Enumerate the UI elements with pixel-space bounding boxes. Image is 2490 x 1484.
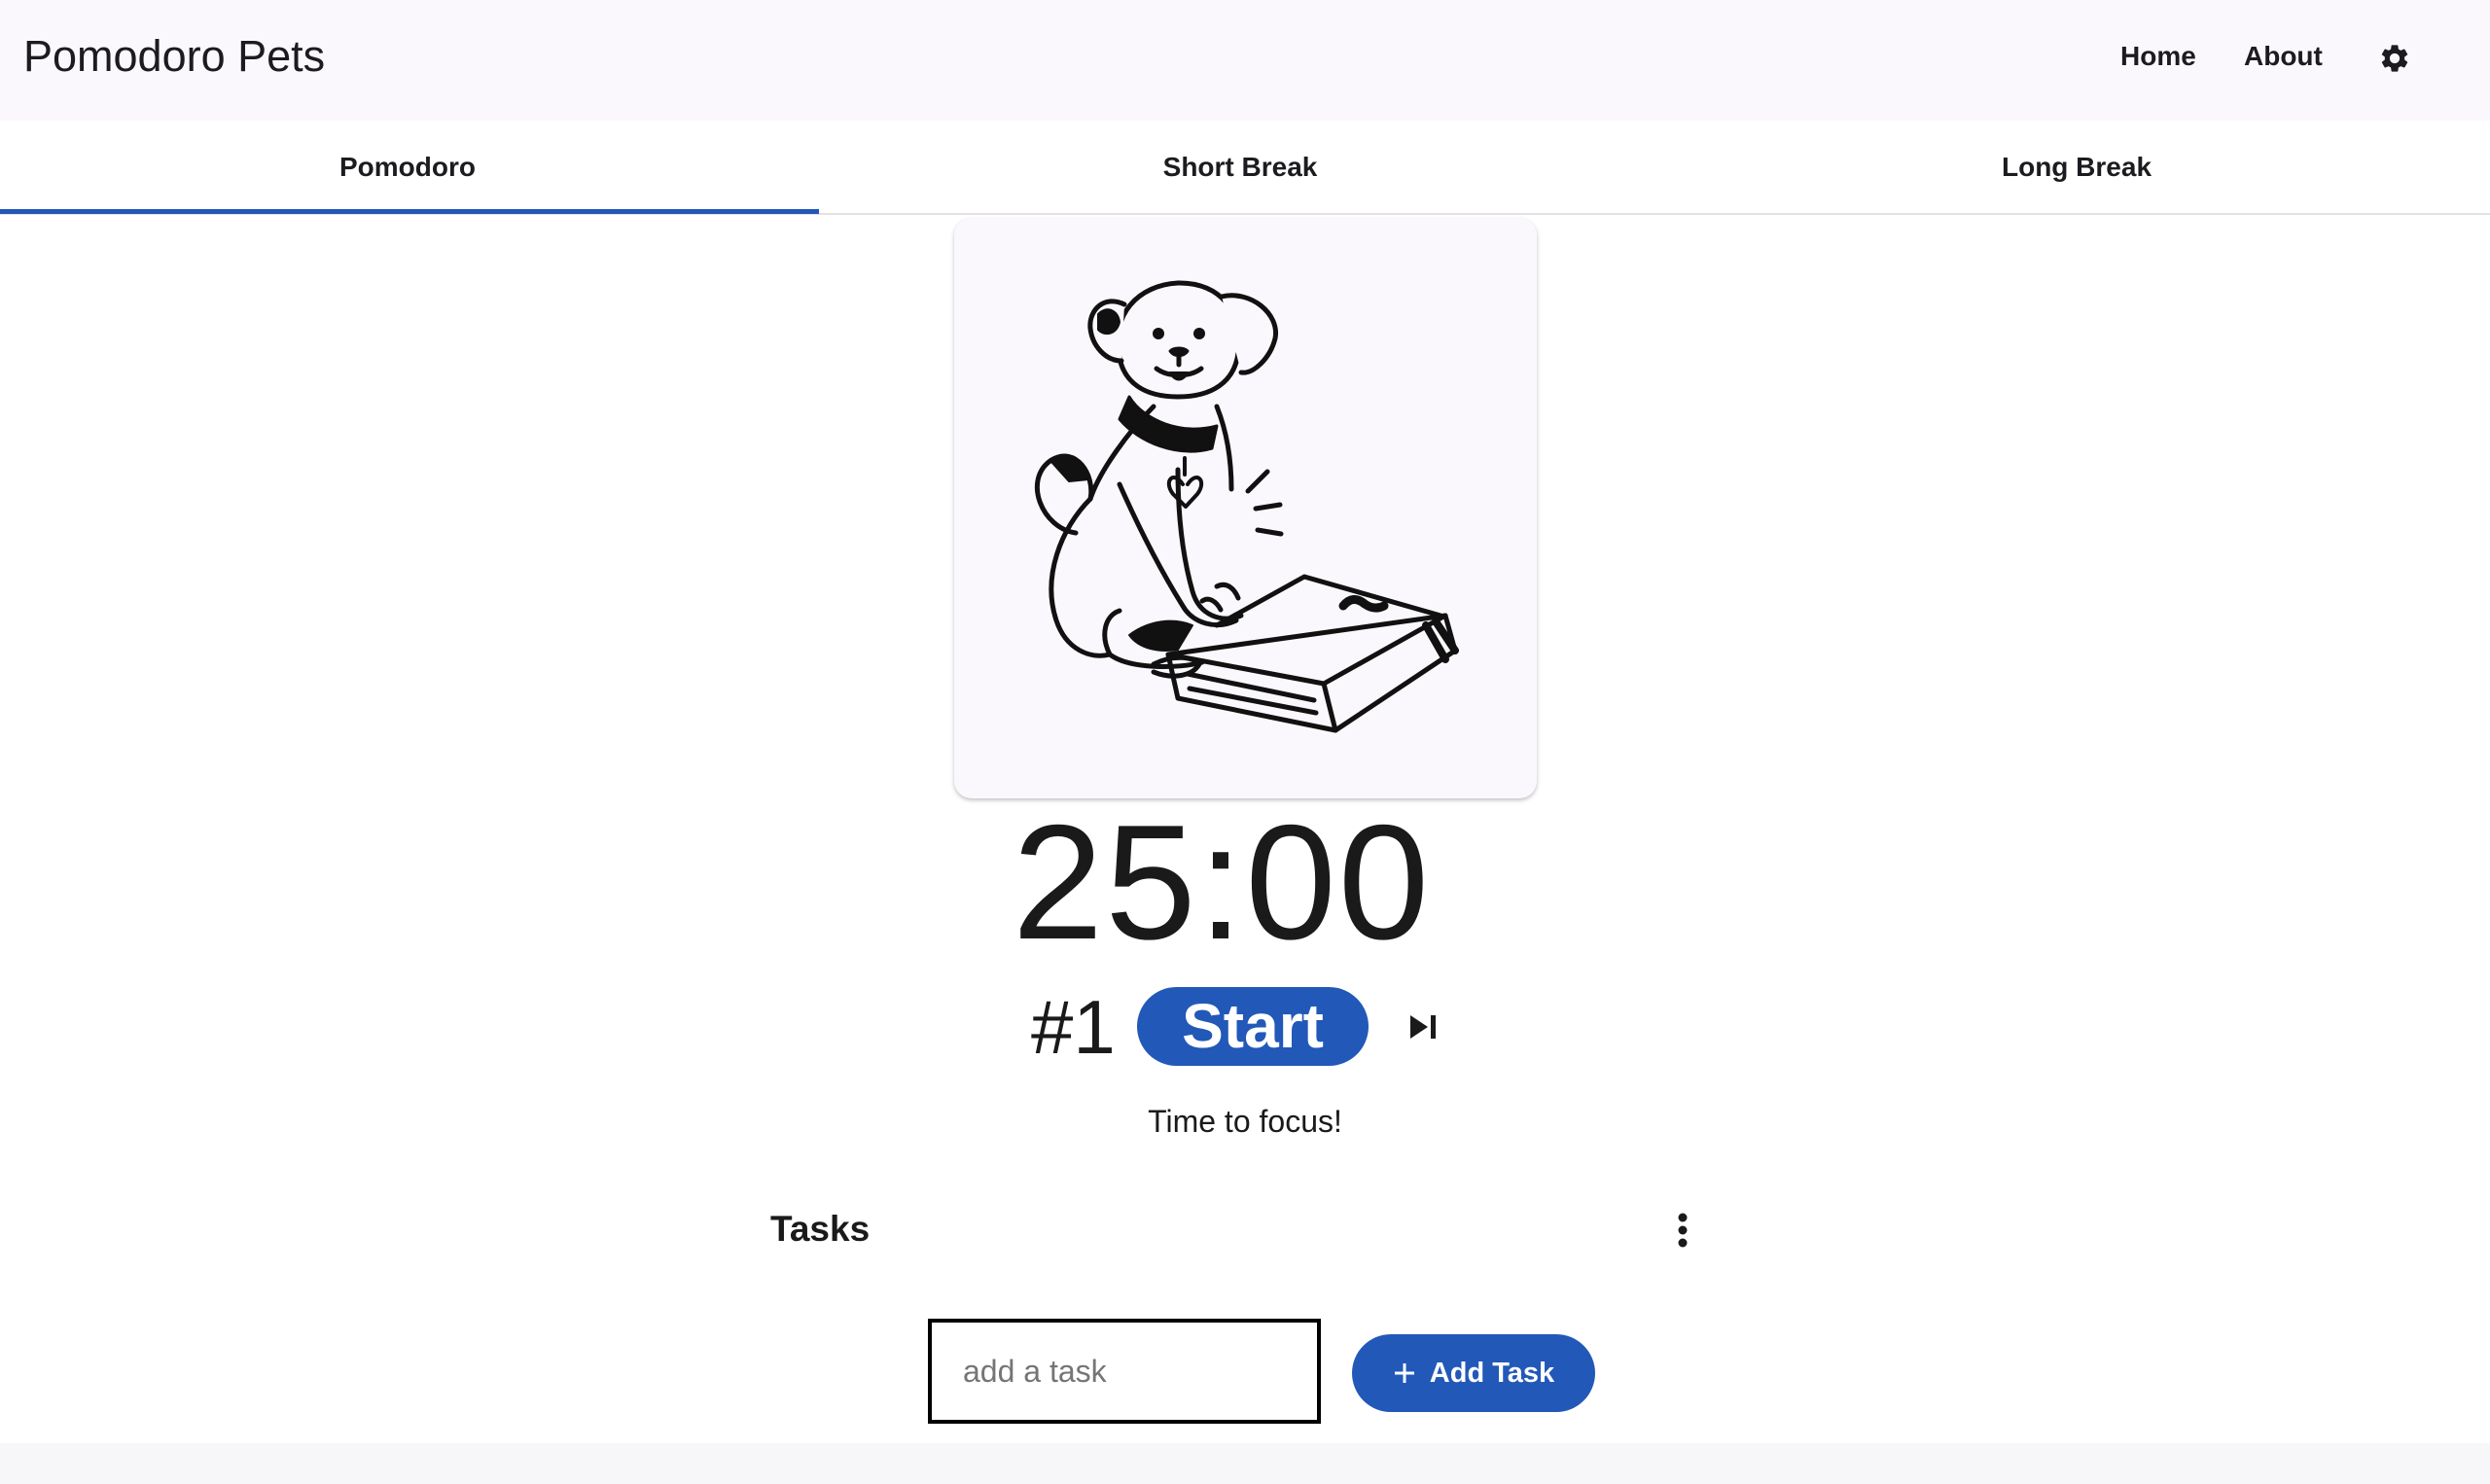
- skip-next-icon: [1410, 1015, 1436, 1039]
- settings-button[interactable]: [2371, 35, 2418, 82]
- active-tab-indicator: [0, 209, 819, 214]
- top-app-bar: Pomodoro Pets Home About: [0, 0, 2490, 121]
- status-message: Time to focus!: [1148, 1104, 1342, 1139]
- tab-long-break[interactable]: Long Break: [1663, 121, 2490, 213]
- dog-on-book-illustration: [1034, 279, 1459, 732]
- skip-button[interactable]: [1403, 1007, 1443, 1046]
- tab-short-break[interactable]: Short Break: [836, 121, 1644, 213]
- plus-icon: [1394, 1363, 1414, 1383]
- gear-icon: [2381, 45, 2408, 72]
- start-button[interactable]: Start: [1137, 987, 1369, 1066]
- session-number: #1: [1031, 984, 1116, 1070]
- tasks-menu-button[interactable]: [1665, 1206, 1700, 1254]
- timer-display: 25:00: [1012, 791, 1432, 973]
- app-title: Pomodoro Pets: [23, 31, 326, 81]
- add-task-input[interactable]: [928, 1319, 1321, 1424]
- page-footer-strip: [0, 1443, 2490, 1484]
- timer-mode-tabs: Pomodoro Short Break Long Break: [0, 121, 2490, 215]
- pet-card: [954, 218, 1537, 798]
- tasks-heading: Tasks: [770, 1209, 871, 1249]
- add-task-label: Add Task: [1429, 1357, 1555, 1389]
- pomodoro-app: Pomodoro Pets Home About Pomodoro Short …: [0, 0, 2490, 1484]
- add-task-button[interactable]: Add Task: [1352, 1334, 1595, 1412]
- more-vert-icon: [1678, 1213, 1688, 1248]
- tab-pomodoro[interactable]: Pomodoro: [0, 121, 815, 213]
- nav-home-link[interactable]: Home: [2120, 37, 2196, 76]
- nav-about-link[interactable]: About: [2244, 37, 2323, 76]
